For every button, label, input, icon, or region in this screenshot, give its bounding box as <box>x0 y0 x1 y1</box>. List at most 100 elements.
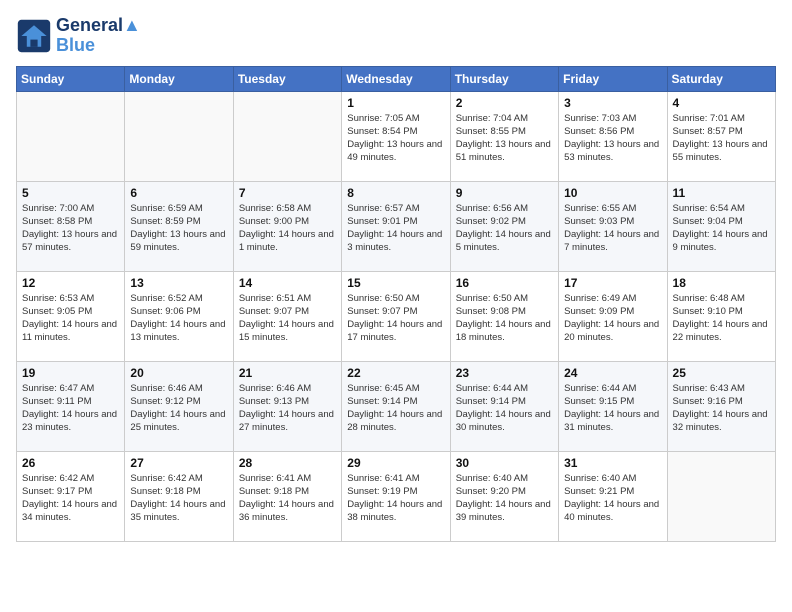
calendar-week-row: 26 Sunrise: 6:42 AMSunset: 9:17 PMDayligh… <box>17 451 776 541</box>
calendar-cell: 19 Sunrise: 6:47 AMSunset: 9:11 PMDayligh… <box>17 361 125 451</box>
day-info: Sunrise: 6:51 AMSunset: 9:07 PMDaylight:… <box>239 292 336 345</box>
day-number: 29 <box>347 456 444 470</box>
day-number: 17 <box>564 276 661 290</box>
logo: General▲ Blue <box>16 16 141 56</box>
calendar-cell: 9 Sunrise: 6:56 AMSunset: 9:02 PMDaylight… <box>450 181 558 271</box>
calendar-cell: 3Sunrise: 7:03 AMSunset: 8:56 PMDaylight… <box>559 91 667 181</box>
day-number: 27 <box>130 456 227 470</box>
day-info: Sunrise: 6:41 AMSunset: 9:19 PMDaylight:… <box>347 472 444 525</box>
logo-icon <box>16 18 52 54</box>
calendar-cell: 28 Sunrise: 6:41 AMSunset: 9:18 PMDayligh… <box>233 451 341 541</box>
day-info: Sunrise: 6:52 AMSunset: 9:06 PMDaylight:… <box>130 292 227 345</box>
calendar-cell: 17 Sunrise: 6:49 AMSunset: 9:09 PMDayligh… <box>559 271 667 361</box>
calendar-cell: 2 Sunrise: 7:04 AMSunset: 8:55 PMDaylight… <box>450 91 558 181</box>
day-number: 15 <box>347 276 444 290</box>
day-info: Sunrise: 6:44 AMSunset: 9:15 PMDaylight:… <box>564 382 661 435</box>
day-number: 23 <box>456 366 553 380</box>
day-info: Sunrise: 6:50 AMSunset: 9:07 PMDaylight:… <box>347 292 444 345</box>
calendar-cell: 14 Sunrise: 6:51 AMSunset: 9:07 PMDayligh… <box>233 271 341 361</box>
day-info: Sunrise: 7:05 AMSunset: 8:54 PMDaylight:… <box>347 112 444 165</box>
day-of-week-header: Monday <box>125 66 233 91</box>
calendar-cell <box>233 91 341 181</box>
day-number: 19 <box>22 366 119 380</box>
day-info: Sunrise: 6:43 AMSunset: 9:16 PMDaylight:… <box>673 382 770 435</box>
calendar-cell: 10 Sunrise: 6:55 AMSunset: 9:03 PMDayligh… <box>559 181 667 271</box>
calendar-cell: 4 Sunrise: 7:01 AMSunset: 8:57 PMDaylight… <box>667 91 775 181</box>
day-info: Sunrise: 6:44 AMSunset: 9:14 PMDaylight:… <box>456 382 553 435</box>
calendar-cell: 21Sunrise: 6:46 AMSunset: 9:13 PMDayligh… <box>233 361 341 451</box>
day-number: 18 <box>673 276 770 290</box>
calendar-cell: 26 Sunrise: 6:42 AMSunset: 9:17 PMDayligh… <box>17 451 125 541</box>
day-info: Sunrise: 6:40 AMSunset: 9:20 PMDaylight:… <box>456 472 553 525</box>
day-info: Sunrise: 6:42 AMSunset: 9:17 PMDaylight:… <box>22 472 119 525</box>
day-info: Sunrise: 7:00 AMSunset: 8:58 PMDaylight:… <box>22 202 119 255</box>
calendar-cell: 15 Sunrise: 6:50 AMSunset: 9:07 PMDayligh… <box>342 271 450 361</box>
day-number: 10 <box>564 186 661 200</box>
day-info: Sunrise: 7:01 AMSunset: 8:57 PMDaylight:… <box>673 112 770 165</box>
calendar-cell: 18Sunrise: 6:48 AMSunset: 9:10 PMDayligh… <box>667 271 775 361</box>
day-number: 16 <box>456 276 553 290</box>
day-number: 30 <box>456 456 553 470</box>
day-number: 6 <box>130 186 227 200</box>
day-number: 13 <box>130 276 227 290</box>
calendar-cell: 31 Sunrise: 6:40 AMSunset: 9:21 PMDayligh… <box>559 451 667 541</box>
day-info: Sunrise: 6:55 AMSunset: 9:03 PMDaylight:… <box>564 202 661 255</box>
day-number: 12 <box>22 276 119 290</box>
calendar-table: SundayMondayTuesdayWednesdayThursdayFrid… <box>16 66 776 542</box>
day-number: 22 <box>347 366 444 380</box>
day-number: 8 <box>347 186 444 200</box>
calendar-cell: 6 Sunrise: 6:59 AMSunset: 8:59 PMDaylight… <box>125 181 233 271</box>
calendar-cell: 16 Sunrise: 6:50 AMSunset: 9:08 PMDayligh… <box>450 271 558 361</box>
calendar-week-row: 12 Sunrise: 6:53 AMSunset: 9:05 PMDayligh… <box>17 271 776 361</box>
calendar-cell: 29 Sunrise: 6:41 AMSunset: 9:19 PMDayligh… <box>342 451 450 541</box>
day-info: Sunrise: 6:47 AMSunset: 9:11 PMDaylight:… <box>22 382 119 435</box>
day-info: Sunrise: 7:04 AMSunset: 8:55 PMDaylight:… <box>456 112 553 165</box>
calendar-cell: 8Sunrise: 6:57 AMSunset: 9:01 PMDaylight… <box>342 181 450 271</box>
day-number: 26 <box>22 456 119 470</box>
day-number: 24 <box>564 366 661 380</box>
day-of-week-header: Saturday <box>667 66 775 91</box>
day-info: Sunrise: 6:58 AMSunset: 9:00 PMDaylight:… <box>239 202 336 255</box>
calendar-cell: 5 Sunrise: 7:00 AMSunset: 8:58 PMDaylight… <box>17 181 125 271</box>
day-of-week-header: Wednesday <box>342 66 450 91</box>
day-number: 4 <box>673 96 770 110</box>
day-info: Sunrise: 6:53 AMSunset: 9:05 PMDaylight:… <box>22 292 119 345</box>
day-info: Sunrise: 6:41 AMSunset: 9:18 PMDaylight:… <box>239 472 336 525</box>
day-info: Sunrise: 7:03 AMSunset: 8:56 PMDaylight:… <box>564 112 661 165</box>
day-info: Sunrise: 6:42 AMSunset: 9:18 PMDaylight:… <box>130 472 227 525</box>
day-of-week-header: Tuesday <box>233 66 341 91</box>
calendar-cell: 22 Sunrise: 6:45 AMSunset: 9:14 PMDayligh… <box>342 361 450 451</box>
day-number: 5 <box>22 186 119 200</box>
day-number: 2 <box>456 96 553 110</box>
day-number: 9 <box>456 186 553 200</box>
calendar-cell: 12 Sunrise: 6:53 AMSunset: 9:05 PMDayligh… <box>17 271 125 361</box>
calendar-week-row: 19 Sunrise: 6:47 AMSunset: 9:11 PMDayligh… <box>17 361 776 451</box>
day-number: 14 <box>239 276 336 290</box>
day-info: Sunrise: 6:45 AMSunset: 9:14 PMDaylight:… <box>347 382 444 435</box>
day-of-week-header: Sunday <box>17 66 125 91</box>
day-number: 31 <box>564 456 661 470</box>
day-info: Sunrise: 6:54 AMSunset: 9:04 PMDaylight:… <box>673 202 770 255</box>
page-header: General▲ Blue <box>16 16 776 56</box>
calendar-cell: 24 Sunrise: 6:44 AMSunset: 9:15 PMDayligh… <box>559 361 667 451</box>
calendar-cell: 23 Sunrise: 6:44 AMSunset: 9:14 PMDayligh… <box>450 361 558 451</box>
day-info: Sunrise: 6:56 AMSunset: 9:02 PMDaylight:… <box>456 202 553 255</box>
day-info: Sunrise: 6:49 AMSunset: 9:09 PMDaylight:… <box>564 292 661 345</box>
day-of-week-header: Friday <box>559 66 667 91</box>
day-number: 7 <box>239 186 336 200</box>
day-number: 11 <box>673 186 770 200</box>
calendar-cell <box>125 91 233 181</box>
day-number: 20 <box>130 366 227 380</box>
calendar-cell: 20Sunrise: 6:46 AMSunset: 9:12 PMDayligh… <box>125 361 233 451</box>
calendar-week-row: 5 Sunrise: 7:00 AMSunset: 8:58 PMDaylight… <box>17 181 776 271</box>
day-info: Sunrise: 6:59 AMSunset: 8:59 PMDaylight:… <box>130 202 227 255</box>
calendar-cell: 7 Sunrise: 6:58 AMSunset: 9:00 PMDaylight… <box>233 181 341 271</box>
day-number: 28 <box>239 456 336 470</box>
day-number: 21 <box>239 366 336 380</box>
day-info: Sunrise: 6:50 AMSunset: 9:08 PMDaylight:… <box>456 292 553 345</box>
day-info: Sunrise: 6:40 AMSunset: 9:21 PMDaylight:… <box>564 472 661 525</box>
logo-text: General▲ Blue <box>56 16 141 56</box>
calendar-cell: 11 Sunrise: 6:54 AMSunset: 9:04 PMDayligh… <box>667 181 775 271</box>
calendar-week-row: 1 Sunrise: 7:05 AMSunset: 8:54 PMDaylight… <box>17 91 776 181</box>
day-number: 1 <box>347 96 444 110</box>
